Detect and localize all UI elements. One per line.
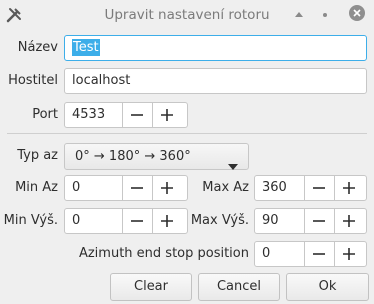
endstop-value: 0	[262, 246, 271, 261]
name-field[interactable]: Test	[64, 35, 367, 61]
min-el-value: 0	[72, 213, 81, 228]
max-az-spinbox[interactable]: 360	[254, 175, 367, 201]
name-label: Název	[17, 40, 58, 55]
endstop-spinbox[interactable]: 0	[254, 241, 367, 267]
type-az-combobox[interactable]: 0° → 180° → 360°	[64, 143, 249, 170]
title-bar: Upravit nastavení rotoru	[0, 0, 374, 30]
min-az-spinbox[interactable]: 0	[64, 175, 188, 201]
max-el-value: 90	[262, 213, 279, 228]
minimize-icon[interactable]	[320, 9, 330, 24]
cancel-button[interactable]: Cancel	[198, 273, 280, 301]
host-field[interactable]: localhost	[64, 68, 367, 94]
port-spinbox[interactable]: 4533	[64, 102, 188, 128]
max-az-label: Max Az	[202, 180, 249, 195]
min-az-decrement-button[interactable]	[122, 176, 152, 200]
endstop-label: Azimuth end stop position	[78, 246, 249, 261]
max-az-decrement-button[interactable]	[304, 176, 334, 200]
separator	[7, 133, 367, 134]
max-el-increment-button[interactable]	[334, 209, 364, 233]
max-az-value: 360	[262, 180, 287, 195]
keep-above-icon[interactable]	[294, 9, 304, 24]
port-increment-button[interactable]	[152, 103, 182, 127]
endstop-increment-button[interactable]	[334, 242, 364, 266]
endstop-decrement-button[interactable]	[304, 242, 334, 266]
port-label: Port	[32, 107, 58, 122]
type-az-label: Typ az	[17, 148, 58, 163]
min-az-label: Min Az	[15, 180, 58, 195]
min-el-spinbox[interactable]: 0	[64, 208, 188, 234]
host-label: Hostitel	[8, 73, 58, 88]
port-decrement-button[interactable]	[122, 103, 152, 127]
max-el-label: Max Výš.	[190, 213, 249, 228]
chevron-down-icon	[228, 154, 238, 179]
max-az-increment-button[interactable]	[334, 176, 364, 200]
max-el-decrement-button[interactable]	[304, 209, 334, 233]
min-el-label: Min Výš.	[3, 213, 58, 228]
port-value: 4533	[72, 107, 106, 122]
min-el-increment-button[interactable]	[152, 209, 182, 233]
max-el-spinbox[interactable]: 90	[254, 208, 367, 234]
type-az-value: 0° → 180° → 360°	[75, 149, 191, 164]
min-az-value: 0	[72, 180, 81, 195]
close-icon[interactable]	[349, 5, 365, 25]
min-el-decrement-button[interactable]	[122, 209, 152, 233]
ok-button[interactable]: Ok	[286, 273, 369, 301]
window-title: Upravit nastavení rotoru	[104, 7, 270, 23]
min-az-increment-button[interactable]	[152, 176, 182, 200]
clear-button[interactable]: Clear	[110, 273, 192, 301]
name-value: Test	[72, 39, 100, 56]
